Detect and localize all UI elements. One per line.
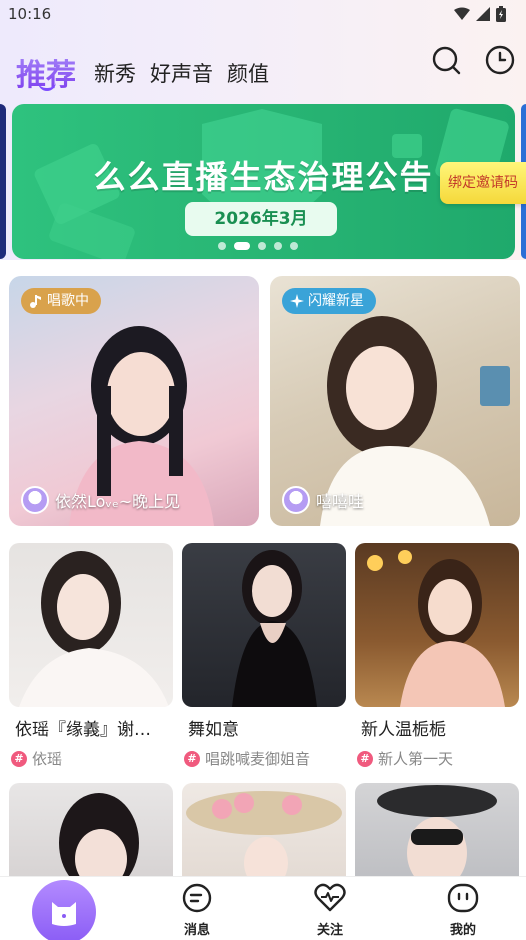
- streamer-name: 嘻嘻哇: [316, 492, 365, 511]
- sparkle-icon: [290, 294, 304, 308]
- room-card[interactable]: 舞如意 # 唱跳喊麦御姐音: [182, 543, 346, 769]
- room-card[interactable]: [355, 783, 519, 883]
- room-cover: [355, 543, 519, 707]
- featured-room-card[interactable]: 闪耀新星 嘻嘻哇: [270, 276, 520, 526]
- nav-follow[interactable]: 关注: [300, 883, 360, 938]
- home-button[interactable]: [32, 880, 96, 940]
- badge-label: 唱歌中: [47, 293, 89, 309]
- banner-prev-peek: [0, 104, 6, 259]
- room-tag: # 依瑶: [9, 748, 173, 769]
- tab-good-voice[interactable]: 好声音: [150, 58, 213, 88]
- profile-icon: [447, 883, 479, 913]
- home-mascot-icon: [52, 902, 76, 926]
- room-title: 依瑶『缘義』谢…: [15, 720, 151, 740]
- wifi-icon: [454, 7, 470, 20]
- room-title: 舞如意: [188, 720, 239, 740]
- tab-looks[interactable]: 颜值: [227, 58, 269, 88]
- badge-label: 闪耀新星: [308, 293, 364, 309]
- bind-invite-code-button[interactable]: 绑定邀请码: [440, 162, 526, 204]
- room-cover: [9, 543, 173, 707]
- tab-newcomer[interactable]: 新秀: [94, 58, 136, 88]
- message-icon: [182, 883, 212, 913]
- room-tag-label: 新人第一天: [378, 750, 454, 768]
- heart-pulse-icon: [314, 883, 346, 912]
- rising-star-badge: 闪耀新星: [282, 288, 376, 314]
- room-card[interactable]: [9, 783, 173, 883]
- pagination-dot-active: [234, 242, 250, 250]
- avatar: [282, 486, 310, 514]
- nav-follow-label: 关注: [316, 923, 343, 938]
- singing-badge: 唱歌中: [21, 288, 101, 314]
- featured-room-card[interactable]: 唱歌中 依然Loᵥₑ~晚上见: [9, 276, 259, 526]
- nav-messages[interactable]: 消息: [167, 883, 227, 938]
- banner-date: 2026年3月: [185, 202, 337, 236]
- room-card[interactable]: 依瑶『缘義』谢… # 依瑶: [9, 543, 173, 769]
- status-bar: 10:16: [0, 0, 526, 28]
- room-tag-label: 依瑶: [32, 750, 63, 768]
- nav-mine[interactable]: 我的: [433, 883, 493, 938]
- room-tag: # 新人第一天: [355, 748, 519, 769]
- nav-mine-label: 我的: [449, 923, 476, 938]
- clock-icon[interactable]: [484, 44, 516, 76]
- pagination-dot: [218, 242, 226, 250]
- music-note-icon: [30, 295, 41, 308]
- room-card[interactable]: [182, 783, 346, 883]
- room-title: 新人温栀栀: [361, 720, 446, 740]
- avatar: [21, 486, 49, 514]
- streamer-name: 依然Loᵥₑ~晚上见: [55, 492, 181, 511]
- hashtag-icon: #: [11, 750, 27, 767]
- nav-messages-label: 消息: [183, 923, 210, 938]
- hashtag-icon: #: [357, 750, 373, 767]
- pagination-dot: [274, 242, 282, 250]
- room-card[interactable]: 新人温栀栀 # 新人第一天: [355, 543, 519, 769]
- search-icon[interactable]: [430, 44, 462, 76]
- hashtag-icon: #: [184, 750, 200, 767]
- signal-icon: [476, 7, 490, 21]
- room-tag-label: 唱跳喊麦御姐音: [205, 750, 311, 768]
- pagination-dot: [258, 242, 266, 250]
- banner-pagination: [218, 242, 298, 250]
- room-tag: # 唱跳喊麦御姐音: [182, 748, 346, 769]
- battery-icon: [496, 6, 506, 22]
- pagination-dot: [290, 242, 298, 250]
- room-cover: [182, 543, 346, 707]
- status-time: 10:16: [8, 5, 52, 23]
